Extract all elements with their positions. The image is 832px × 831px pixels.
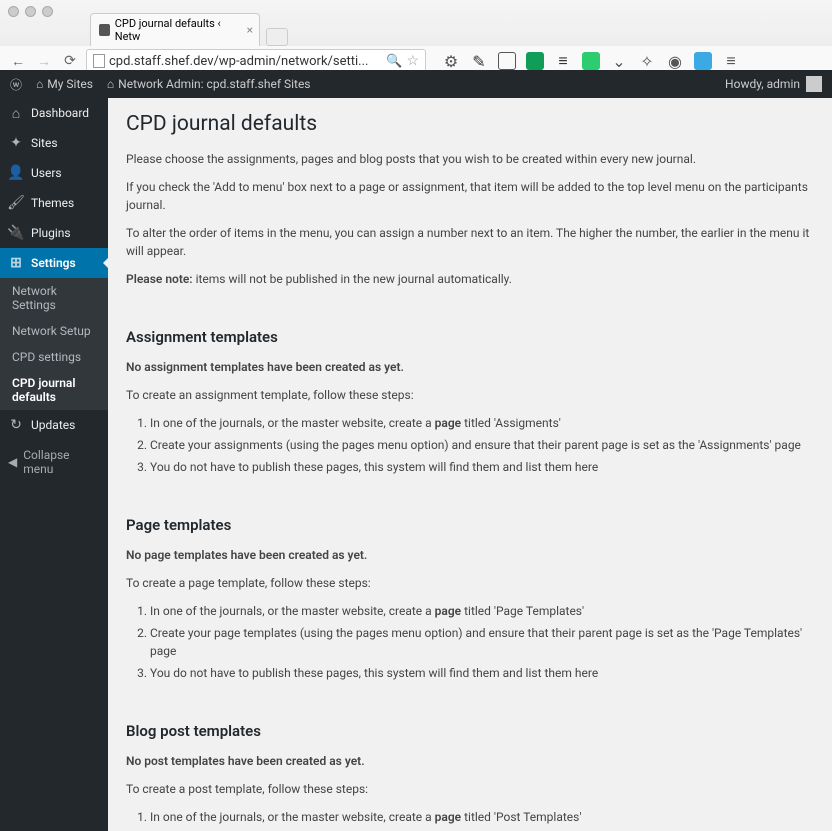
intro-text: Please choose the assignments, pages and… [126,150,814,168]
submenu-network-settings[interactable]: Network Settings [0,278,108,318]
content-area: CPD journal defaults Please choose the a… [108,98,832,831]
sidebar-item-plugins[interactable]: 🔌Plugins [0,218,108,248]
howto-text: To create a page template, follow these … [126,574,814,592]
page-icon [93,54,105,68]
step-item: You do not have to publish these pages, … [150,664,814,682]
section-heading: Blog post templates [126,722,814,740]
steps-list: In one of the journals, or the master we… [150,414,814,476]
sidebar-item-settings[interactable]: ⊞Settings [0,248,108,278]
pinboard-icon[interactable]: ✧ [638,52,656,70]
empty-message: No post templates have been created as y… [126,752,814,770]
bookmark-icon[interactable]: ☆ [406,53,419,69]
step-item: Create your page templates (using the pa… [150,624,814,660]
step-item: In one of the journals, or the master we… [150,808,814,826]
steps-list: In one of the journals, or the master we… [150,808,814,831]
howto-text: To create an assignment template, follow… [126,386,814,404]
howto-text: To create a post template, follow these … [126,780,814,798]
minimize-window-icon[interactable] [25,6,36,17]
avatar[interactable] [806,76,822,92]
intro-text: To alter the order of items in the menu,… [126,224,814,260]
sidebar-item-users[interactable]: 👤Users [0,158,108,188]
submenu-network-setup[interactable]: Network Setup [0,318,108,344]
sidebar-item-sites[interactable]: ✦Sites [0,128,108,158]
favicon-icon [99,24,110,36]
section-heading: Page templates [126,516,814,534]
dashboard-icon: ⌂ [8,105,24,121]
admin-bar: ⓦ ⌂ My Sites ⌂ Network Admin: cpd.staff.… [0,70,832,98]
themes-icon: 🖌 [8,195,24,211]
collapse-menu-button[interactable]: ◀Collapse menu [0,440,108,484]
forward-button[interactable]: → [34,51,54,71]
maximize-window-icon[interactable] [42,6,53,17]
step-item: Create your assignments (using the pages… [150,436,814,454]
close-tab-icon[interactable]: × [247,23,253,37]
sidebar-item-dashboard[interactable]: ⌂Dashboard [0,98,108,128]
my-sites-link[interactable]: ⌂ My Sites [36,77,93,91]
evernote-icon[interactable]: ◉ [666,52,684,70]
wp-admin: ⓦ ⌂ My Sites ⌂ Network Admin: cpd.staff.… [0,70,832,831]
updates-icon: ↻ [8,417,24,433]
wand-icon[interactable]: ✎ [470,52,488,70]
howdy-link[interactable]: Howdy, admin [725,77,800,91]
wp-logo-icon[interactable]: ⓦ [10,76,22,93]
submenu-cpd-settings[interactable]: CPD settings [0,344,108,370]
extension-icons: ⚙ ✎ ≡ ⌄ ✧ ◉ ≡ [442,52,740,70]
sidebar-item-themes[interactable]: 🖌Themes [0,188,108,218]
buffer-icon[interactable]: ≡ [554,52,572,70]
step-item: In one of the journals, or the master we… [150,414,814,432]
users-icon: 👤 [8,165,24,181]
step-item: You do not have to publish these pages, … [150,458,814,476]
settings-icon: ⊞ [8,255,24,271]
sites-icon: ✦ [8,135,24,151]
tab-title: CPD journal defaults ‹ Netw [115,17,235,43]
sidebar-item-updates[interactable]: ↻Updates [0,410,108,440]
todo-icon[interactable] [582,52,600,70]
search-icon[interactable]: 🔍 [386,54,402,69]
steps-list: In one of the journals, or the master we… [150,602,814,682]
tab-bar: CPD journal defaults ‹ Netw × [0,22,832,46]
admin-sidebar: ⌂Dashboard ✦Sites 👤Users 🖌Themes 🔌Plugin… [0,98,108,831]
close-window-icon[interactable] [8,6,19,17]
browser-chrome: CPD journal defaults ‹ Netw × ← → ⟳ cpd.… [0,0,832,70]
hangouts-icon[interactable] [526,52,544,70]
gear-icon[interactable]: ⚙ [442,52,460,70]
note-text: Please note: items will not be published… [126,270,814,288]
network-admin-link[interactable]: ⌂ Network Admin: cpd.staff.shef Sites [107,77,311,91]
page-title: CPD journal defaults [126,112,814,136]
back-button[interactable]: ← [8,51,28,71]
reload-button[interactable]: ⟳ [60,51,80,71]
settings-submenu: Network Settings Network Setup CPD setti… [0,278,108,410]
browser-tab[interactable]: CPD journal defaults ‹ Netw × [90,13,260,46]
url-text: cpd.staff.shef.dev/wp-admin/network/sett… [109,54,382,69]
empty-message: No assignment templates have been create… [126,358,814,376]
screenshot-icon[interactable] [694,52,712,70]
intro-text: If you check the 'Add to menu' box next … [126,178,814,214]
step-item: In one of the journals, or the master we… [150,602,814,620]
plugins-icon: 🔌 [8,225,24,241]
new-tab-button[interactable] [266,28,288,46]
pocket-icon[interactable]: ⌄ [610,52,628,70]
submenu-cpd-journal-defaults[interactable]: CPD journal defaults [0,370,108,410]
collapse-icon: ◀ [8,455,17,469]
cast-icon[interactable] [498,52,516,70]
menu-icon[interactable]: ≡ [722,52,740,70]
empty-message: No page templates have been created as y… [126,546,814,564]
section-heading: Assignment templates [126,328,814,346]
